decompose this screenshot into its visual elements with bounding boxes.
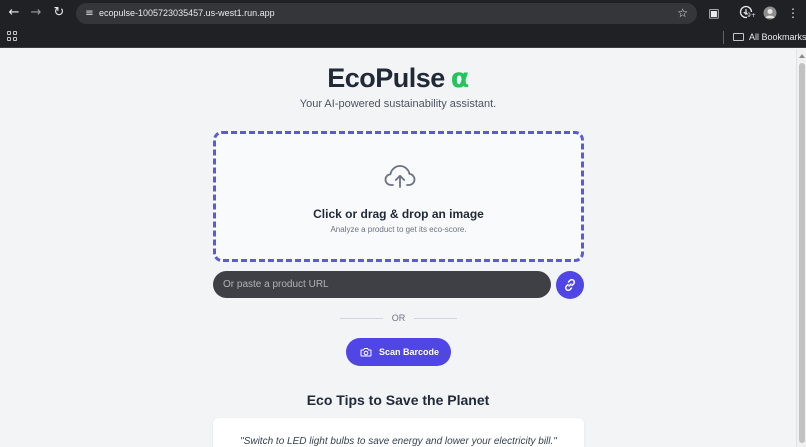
address-url[interactable]: ecopulse-1005723035457.us-west1.run.app: [99, 3, 275, 24]
all-bookmarks-button[interactable]: All Bookmarks: [733, 27, 806, 48]
forward-arrow-icon[interactable]: →: [27, 4, 45, 22]
cloud-upload-icon: [384, 165, 416, 188]
or-divider: OR: [340, 311, 457, 325]
page-scrollbar[interactable]: [796, 49, 806, 447]
eco-tip-text: "Switch to LED light bulbs to save energ…: [240, 436, 557, 447]
star-icon[interactable]: ☆: [677, 5, 688, 22]
scroll-up-arrow-icon[interactable]: [799, 54, 805, 58]
eco-tip-card: "Switch to LED light bulbs to save energ…: [213, 418, 584, 447]
link-icon: [564, 278, 576, 292]
downloads-icon[interactable]: 9+: [738, 4, 756, 22]
reload-icon[interactable]: ↻: [50, 4, 68, 22]
kebab-menu-icon[interactable]: ⋮: [784, 4, 802, 22]
scrollbar-thumb[interactable]: [799, 63, 805, 443]
all-bookmarks-label: All Bookmarks: [749, 32, 806, 42]
dropzone-subtitle: Analyze a product to get its eco-score.: [330, 225, 467, 234]
image-dropzone[interactable]: Click or drag & drop an image Analyze a …: [213, 131, 584, 262]
folder-icon: [733, 33, 744, 41]
extensions-icon[interactable]: ▣: [705, 4, 723, 22]
scan-barcode-label: Scan Barcode: [379, 347, 440, 357]
browser-toolbar: ← → ↻ ≡ ecopulse-1005723035457.us-west1.…: [0, 0, 806, 27]
downloads-badge: 9+: [747, 12, 756, 20]
product-url-input[interactable]: [213, 271, 551, 298]
dropzone-title: Click or drag & drop an image: [313, 207, 484, 221]
page-content: EcoPulse α Your AI-powered sustainability…: [0, 49, 796, 447]
bookmarks-bar: All Bookmarks: [0, 27, 806, 48]
brand-name: EcoPulse: [327, 63, 445, 93]
scan-barcode-button[interactable]: Scan Barcode: [346, 338, 451, 366]
bookmarks-divider: [723, 31, 724, 44]
back-arrow-icon[interactable]: ←: [5, 4, 23, 22]
brand-logo: EcoPulse α: [0, 63, 796, 94]
submit-url-button[interactable]: [556, 271, 584, 299]
brand-alpha-badge: α: [450, 63, 470, 94]
tagline: Your AI-powered sustainability assistant…: [299, 98, 497, 110]
or-line-right: [414, 318, 457, 319]
camera-icon: [360, 348, 372, 357]
profile-avatar-icon[interactable]: [761, 4, 779, 22]
site-info-icon[interactable]: ≡: [82, 6, 97, 21]
apps-grid-icon[interactable]: [7, 31, 19, 43]
address-bar[interactable]: ≡ ecopulse-1005723035457.us-west1.run.ap…: [76, 3, 697, 24]
eco-tips-heading: Eco Tips to Save the Planet: [306, 392, 490, 408]
